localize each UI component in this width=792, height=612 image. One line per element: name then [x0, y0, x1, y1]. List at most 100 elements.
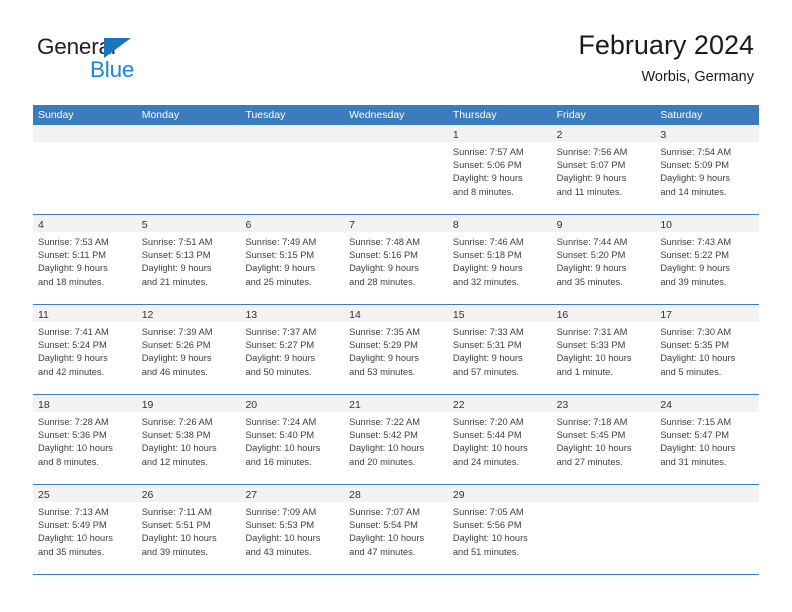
generalblue-logo[interactable]: General Blue — [37, 35, 167, 88]
sunset-text: Sunset: 5:51 PM — [141, 520, 211, 531]
day-cell[interactable]: 23 Sunrise: 7:18 AM Sunset: 5:45 PM Dayligh… — [551, 395, 656, 484]
day-number: 17 — [660, 309, 672, 321]
day-cell[interactable]: 18 Sunrise: 7:28 AM Sunset: 5:36 PM Dayligh… — [33, 395, 137, 484]
day-sun-info: Sunrise: 7:41 AM Sunset: 5:24 PM Daylight:… — [33, 322, 137, 379]
day-cell[interactable]: 8 Sunrise: 7:46 AM Sunset: 5:18 PM Daylight… — [447, 215, 552, 304]
day-sun-info: Sunrise: 7:35 AM Sunset: 5:29 PM Daylight:… — [344, 322, 448, 379]
sunset-text: Sunset: 5:13 PM — [141, 250, 211, 261]
sunset-text: Sunset: 5:33 PM — [556, 340, 626, 351]
day-cell[interactable]: 29 Sunrise: 7:05 AM Sunset: 5:56 PM Dayligh… — [447, 485, 552, 574]
day-cell[interactable]: 22 Sunrise: 7:20 AM Sunset: 5:44 PM Dayligh… — [447, 395, 552, 484]
sunrise-text: Sunrise: 7:26 AM — [141, 417, 213, 427]
day-number: 10 — [660, 219, 672, 231]
sunset-text: Sunset: 5:09 PM — [660, 160, 730, 171]
day-cell[interactable]: 24 Sunrise: 7:15 AM Sunset: 5:47 PM Dayligh… — [655, 395, 760, 484]
day-number: 24 — [660, 399, 672, 411]
daylight-text-line1: Daylight: 9 hours — [141, 263, 212, 274]
sunset-text: Sunset: 5:56 PM — [452, 520, 522, 531]
logo-triangle-icon — [104, 38, 131, 58]
daylight-text-line1: Daylight: 9 hours — [245, 353, 316, 364]
daylight-text-line1: Daylight: 10 hours — [556, 353, 632, 364]
day-cell[interactable]: 5 Sunrise: 7:51 AM Sunset: 5:13 PM Daylight… — [136, 215, 241, 304]
daylight-text-line1: Daylight: 9 hours — [141, 353, 212, 364]
sunset-text: Sunset: 5:40 PM — [245, 430, 315, 441]
logo-text-blue: Blue — [90, 57, 135, 82]
day-cell[interactable]: 1 Sunrise: 7:57 AM Sunset: 5:06 PM Daylight… — [447, 125, 552, 214]
page-subtitle: Worbis, Germany — [641, 69, 754, 86]
day-number-band: 12 — [136, 305, 241, 322]
sunrise-text: Sunrise: 7:46 AM — [452, 237, 524, 247]
day-cell[interactable]: 13 Sunrise: 7:37 AM Sunset: 5:27 PM Dayligh… — [240, 305, 345, 394]
weekday-header-sunday: Sunday — [38, 109, 74, 121]
day-cell[interactable]: 17 Sunrise: 7:30 AM Sunset: 5:35 PM Dayligh… — [655, 305, 760, 394]
day-cell[interactable]: 14 Sunrise: 7:35 AM Sunset: 5:29 PM Dayligh… — [344, 305, 448, 394]
sunrise-text: Sunrise: 7:37 AM — [245, 327, 317, 337]
daylight-text-line2: and 20 minutes. — [349, 456, 416, 467]
day-sun-info: Sunrise: 7:51 AM Sunset: 5:13 PM Daylight:… — [137, 232, 241, 289]
day-sun-info: Sunrise: 7:05 AM Sunset: 5:56 PM Daylight:… — [448, 502, 552, 559]
day-sun-info: Sunrise: 7:57 AM Sunset: 5:06 PM Daylight:… — [448, 142, 552, 199]
daylight-text-line2: and 32 minutes. — [452, 276, 520, 287]
day-number-band: 11 — [33, 305, 137, 322]
day-number-band: 22 — [447, 395, 552, 412]
page-title: February 2024 — [578, 30, 754, 60]
day-cell[interactable]: 10 Sunrise: 7:43 AM Sunset: 5:22 PM Dayligh… — [655, 215, 760, 304]
day-cell[interactable]: 16 Sunrise: 7:31 AM Sunset: 5:33 PM Dayligh… — [551, 305, 656, 394]
day-cell[interactable]: 27 Sunrise: 7:09 AM Sunset: 5:53 PM Dayligh… — [240, 485, 345, 574]
sunset-text: Sunset: 5:42 PM — [349, 430, 418, 441]
day-number-band: 7 — [344, 215, 448, 232]
sunrise-text: Sunrise: 7:43 AM — [660, 237, 732, 247]
sunset-text: Sunset: 5:49 PM — [38, 520, 107, 531]
day-number-band: 28 — [344, 485, 448, 502]
daylight-text-line1: Daylight: 9 hours — [38, 353, 108, 364]
daylight-text-line2: and 42 minutes. — [38, 366, 105, 377]
sunrise-text: Sunrise: 7:13 AM — [38, 507, 109, 517]
sunrise-text: Sunrise: 7:54 AM — [660, 147, 732, 157]
day-sun-info: Sunrise: 7:30 AM Sunset: 5:35 PM Daylight:… — [655, 322, 759, 379]
sunrise-text: Sunrise: 7:39 AM — [141, 327, 213, 337]
day-sun-info: Sunrise: 7:15 AM Sunset: 5:47 PM Daylight:… — [655, 412, 759, 469]
day-cell[interactable]: 7 Sunrise: 7:48 AM Sunset: 5:16 PM Daylight… — [344, 215, 448, 304]
weekday-header-thursday: Thursday — [452, 109, 497, 121]
day-number: 5 — [141, 219, 148, 231]
title-block: February 2024 Worbis, Germany — [578, 30, 754, 86]
daylight-text-line2: and 11 minutes. — [556, 186, 623, 197]
day-cell[interactable]: 11 Sunrise: 7:41 AM Sunset: 5:24 PM Dayligh… — [33, 305, 137, 394]
day-cell[interactable]: 3 Sunrise: 7:54 AM Sunset: 5:09 PM Daylight… — [655, 125, 760, 214]
day-cell[interactable]: 19 Sunrise: 7:26 AM Sunset: 5:38 PM Dayligh… — [136, 395, 241, 484]
sunset-text: Sunset: 5:07 PM — [556, 160, 626, 171]
day-number-band: 25 — [33, 485, 137, 502]
day-cell[interactable]: 26 Sunrise: 7:11 AM Sunset: 5:51 PM Dayligh… — [136, 485, 241, 574]
daylight-text-line2: and 1 minute. — [556, 366, 613, 377]
day-cell[interactable]: 25 Sunrise: 7:13 AM Sunset: 5:49 PM Dayligh… — [33, 485, 137, 574]
day-number: 6 — [245, 219, 252, 231]
day-cell[interactable]: 20 Sunrise: 7:24 AM Sunset: 5:40 PM Dayligh… — [240, 395, 345, 484]
calendar-week-row: 18 Sunrise: 7:28 AM Sunset: 5:36 PM Dayligh… — [33, 395, 760, 485]
day-number: 3 — [660, 129, 667, 141]
day-number-band: 23 — [551, 395, 656, 412]
day-number: 27 — [245, 489, 258, 501]
sunrise-text: Sunrise: 7:53 AM — [38, 237, 109, 247]
daylight-text-line2: and 53 minutes. — [349, 366, 416, 377]
day-cell[interactable]: 28 Sunrise: 7:07 AM Sunset: 5:54 PM Dayligh… — [344, 485, 448, 574]
sunset-text: Sunset: 5:45 PM — [556, 430, 626, 441]
day-cell[interactable]: 2 Sunrise: 7:56 AM Sunset: 5:07 PM Daylight… — [551, 125, 656, 214]
sunset-text: Sunset: 5:31 PM — [452, 340, 522, 351]
day-number-band: 6 — [240, 215, 345, 232]
sunrise-text: Sunrise: 7:41 AM — [38, 327, 109, 337]
daylight-text-line1: Daylight: 10 hours — [660, 443, 736, 454]
day-cell[interactable]: 4 Sunrise: 7:53 AM Sunset: 5:11 PM Daylight… — [33, 215, 137, 304]
day-cell[interactable]: 9 Sunrise: 7:44 AM Sunset: 5:20 PM Daylight… — [551, 215, 656, 304]
day-cell[interactable]: 15 Sunrise: 7:33 AM Sunset: 5:31 PM Dayligh… — [447, 305, 552, 394]
daylight-text-line1: Daylight: 9 hours — [660, 173, 731, 184]
day-cell[interactable]: 6 Sunrise: 7:49 AM Sunset: 5:15 PM Daylight… — [240, 215, 345, 304]
daylight-text-line2: and 14 minutes. — [660, 186, 727, 197]
day-number-band: 24 — [655, 395, 760, 412]
daylight-text-line1: Daylight: 10 hours — [141, 443, 217, 454]
day-cell[interactable]: 21 Sunrise: 7:22 AM Sunset: 5:42 PM Dayligh… — [344, 395, 448, 484]
day-number-band: 21 — [344, 395, 448, 412]
day-sun-info: Sunrise: 7:54 AM Sunset: 5:09 PM Daylight:… — [655, 142, 759, 199]
day-number: 4 — [38, 219, 44, 231]
day-cell[interactable]: 12 Sunrise: 7:39 AM Sunset: 5:26 PM Dayligh… — [136, 305, 241, 394]
calendar-page: General Blue February 2024 Worbis, Germa… — [0, 0, 792, 612]
